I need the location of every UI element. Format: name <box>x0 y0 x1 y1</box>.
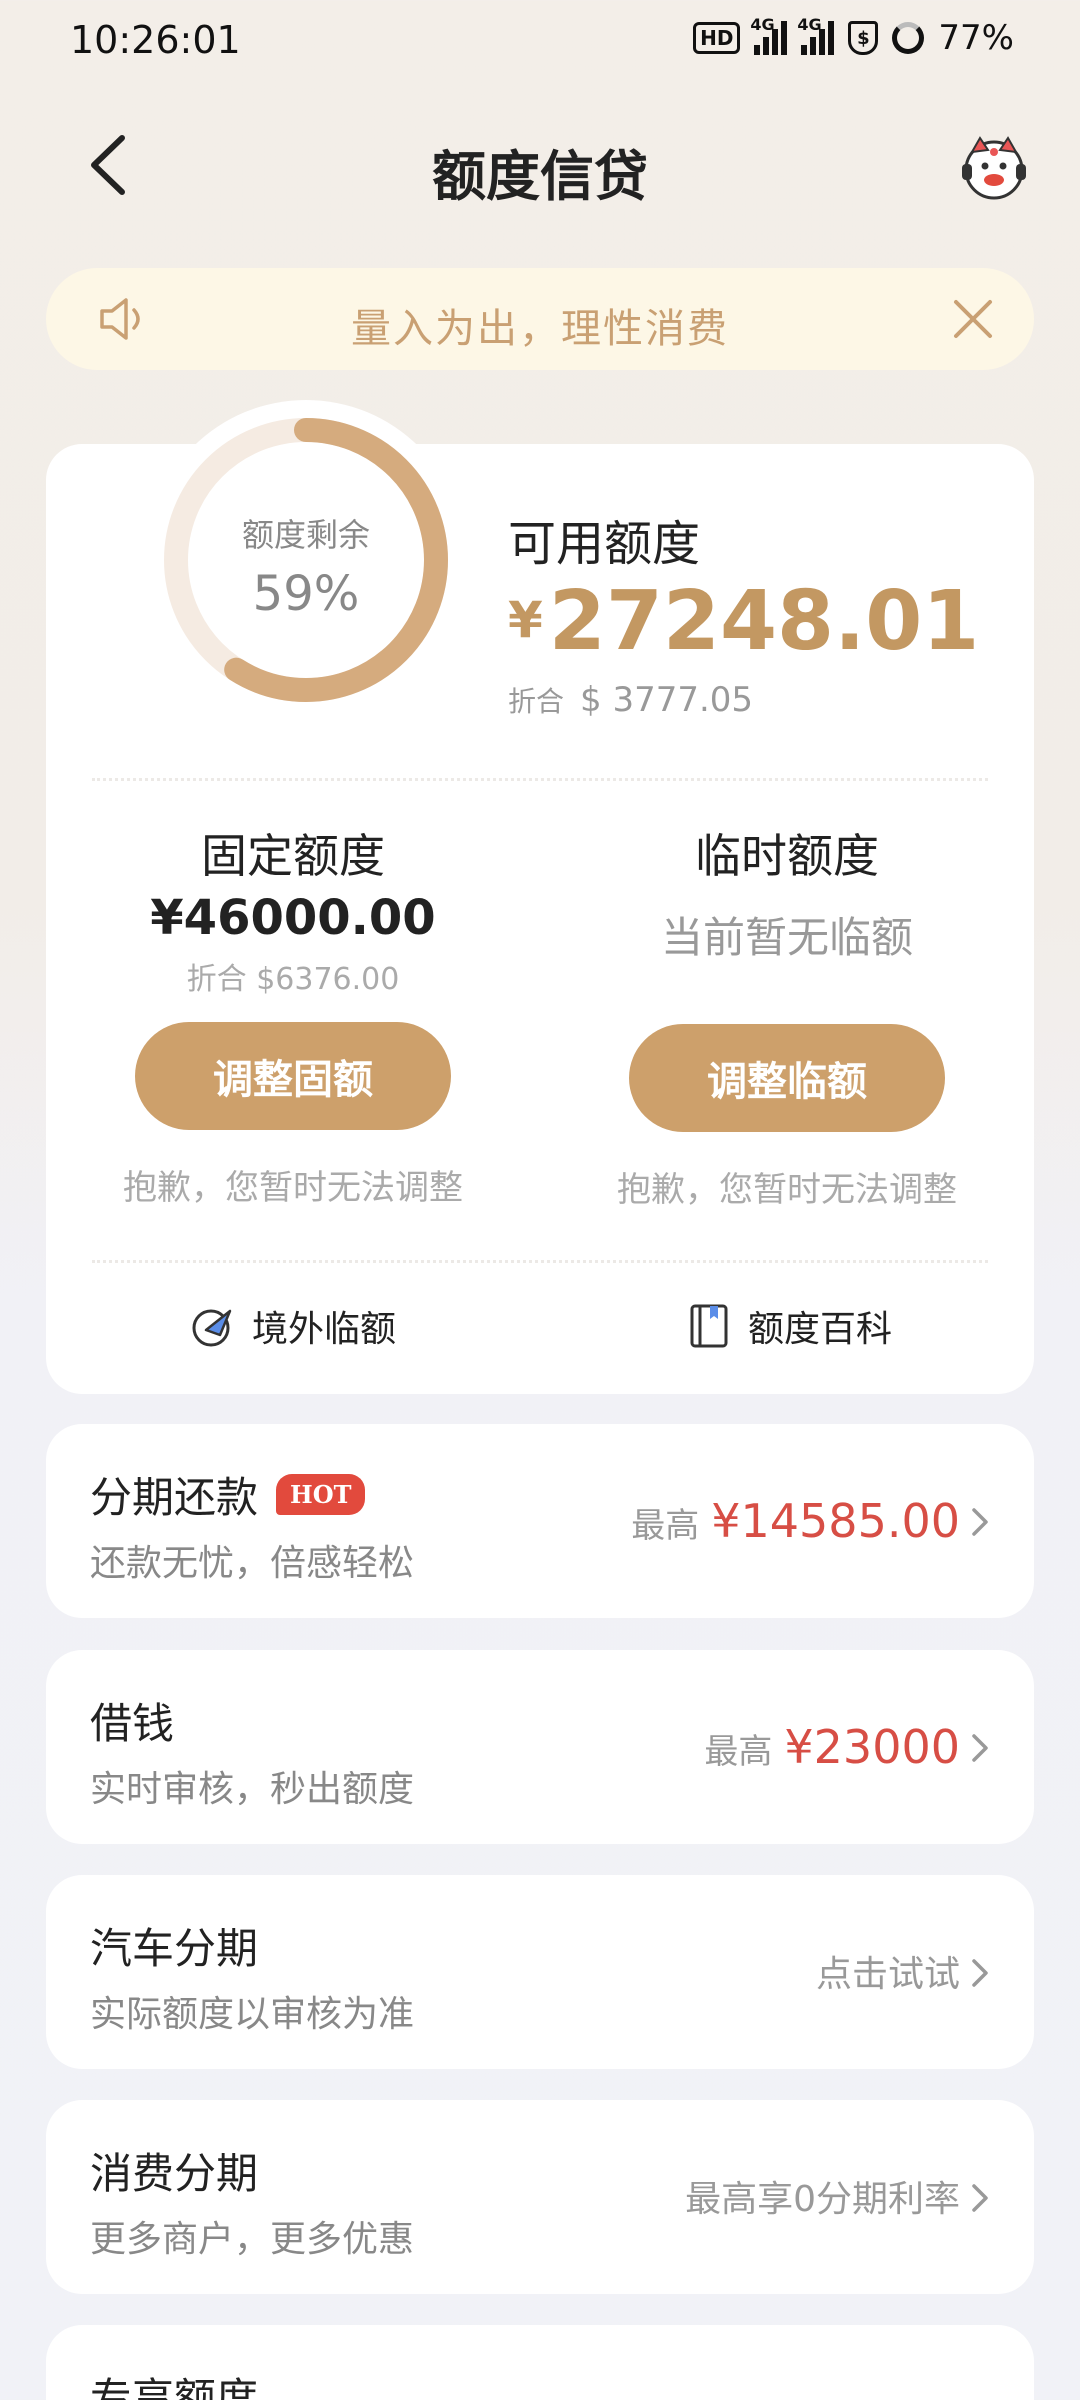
chevron-right-icon <box>972 2184 988 2212</box>
service-amount: ¥23000 <box>784 1720 960 1774</box>
available-amount-value: 27248.01 <box>548 574 980 669</box>
service-title: 汽车分期 <box>90 1915 258 1976</box>
ring-label: 额度剩余 <box>241 516 370 554</box>
temp-quota-none: 当前暂无临额 <box>660 913 913 962</box>
credit-card: 额度剩余 59% 可用额度 ¥27248.01 折合 $ 3777.05 固定额度… <box>46 400 1034 1394</box>
battery-level: 77% <box>938 18 1014 58</box>
service-title-text: 专享额度 <box>90 2374 259 2400</box>
fixed-quota-amount: ¥46000.00 <box>150 890 436 946</box>
service-subtitle: 更多商户，更多优惠 <box>90 2219 415 2260</box>
ring-value: 59% <box>252 566 360 622</box>
service-action: 最高享0分期利率 <box>685 2170 960 2222</box>
book-icon <box>690 1304 728 1348</box>
notice-banner: 量入为出，理性消费 <box>46 268 1034 370</box>
service-title-text: 借钱 <box>90 1699 175 1748</box>
fixed-quota: 固定额度 ¥46000.00 折合 $6376.00 调整固额 抱歉，您暂时无法… <box>46 820 540 1209</box>
page-title: 额度信贷 <box>432 145 648 208</box>
available-amount: ¥27248.01 <box>508 574 979 669</box>
available-converted: 折合 $ 3777.05 <box>508 680 753 720</box>
security-shield-icon: $ <box>848 21 879 55</box>
status-icons: HD 4G 4G $ 77% <box>693 15 1014 58</box>
status-bar: 10:26:01 HD 4G 4G $ 77% <box>0 0 1080 82</box>
temp-quota: 临时额度 当前暂无临额 调整临额 抱歉，您暂时无法调整 <box>540 820 1034 1211</box>
service-title: 借钱 <box>90 1690 174 1751</box>
temp-quota-title: 临时额度 <box>695 829 879 883</box>
header: 额度信贷 <box>0 100 1080 230</box>
globe-plane-icon <box>192 1309 232 1347</box>
fixed-quota-note: 抱歉，您暂时无法调整 <box>123 1168 463 1208</box>
converted-prefix: 折合 <box>508 685 565 718</box>
service-subtitle: 实际额度以审核为准 <box>90 1994 415 2035</box>
service-title: 专享额度 <box>90 2365 258 2400</box>
signal-icon: 4G <box>750 15 788 55</box>
quota-wiki-label: 额度百科 <box>748 1309 893 1350</box>
chevron-right-icon <box>972 1508 988 1536</box>
available-label: 可用额度 <box>508 516 701 572</box>
signal-icon-2: 4G <box>797 15 835 55</box>
service-max-amount: 最高 ¥14585.00 <box>631 1494 960 1548</box>
service-title-text: 消费分期 <box>90 2149 259 2198</box>
mascot-icon[interactable] <box>958 132 1030 204</box>
service-installment-repay[interactable]: 分期还款 HOT 还款无忧，倍感轻松 最高 ¥14585.00 <box>46 1424 1034 1618</box>
service-exclusive-quota[interactable]: 专享额度 <box>46 2325 1034 2400</box>
service-max-prefix: 最高 <box>704 1732 773 1772</box>
notice-text: 量入为出，理性消费 <box>351 306 729 352</box>
service-title: 消费分期 <box>90 2140 258 2201</box>
overseas-quota-link[interactable]: 境外临额 <box>190 1300 396 1352</box>
fixed-quota-title: 固定额度 <box>201 829 385 883</box>
service-car-installment[interactable]: 汽车分期 实际额度以审核为准 点击试试 <box>46 1875 1034 2069</box>
fixed-quota-converted: 折合 $6376.00 <box>186 962 400 997</box>
service-action-text: 点击试试 <box>815 1954 960 1995</box>
service-action-text: 最高享0分期利率 <box>685 2179 960 2220</box>
service-max-amount: 最高 ¥23000 <box>704 1720 960 1774</box>
service-max-prefix: 最高 <box>631 1506 700 1546</box>
chevron-right-icon <box>972 1734 988 1762</box>
close-icon[interactable] <box>948 294 998 344</box>
temp-quota-note: 抱歉，您暂时无法调整 <box>617 1170 957 1210</box>
service-title: 分期还款 HOT <box>90 1464 366 1525</box>
remaining-ring: 额度剩余 59% <box>146 400 466 720</box>
remaining-ring-chart <box>164 418 448 702</box>
service-title-text: 汽车分期 <box>90 1924 259 1973</box>
service-borrow[interactable]: 借钱 实时审核，秒出额度 最高 ¥23000 <box>46 1650 1034 1844</box>
status-time: 10:26:01 <box>70 18 241 62</box>
divider <box>92 1260 988 1263</box>
hot-badge: HOT <box>276 1474 366 1515</box>
service-title-text: 分期还款 <box>90 1473 259 1522</box>
chevron-right-icon <box>972 1959 988 1987</box>
hd-voice-icon: HD <box>693 22 741 54</box>
divider <box>92 778 988 781</box>
adjust-temp-button[interactable]: 调整临额 <box>629 1024 945 1132</box>
battery-icon <box>892 22 925 54</box>
overseas-quota-label: 境外临额 <box>252 1309 397 1350</box>
service-action: 点击试试 <box>816 1945 960 1997</box>
quota-wiki-link[interactable]: 额度百科 <box>686 1300 892 1352</box>
service-consumer-installment[interactable]: 消费分期 更多商户，更多优惠 最高享0分期利率 <box>46 2100 1034 2294</box>
service-amount: ¥14585.00 <box>711 1494 960 1548</box>
converted-value: $ 3777.05 <box>580 680 754 720</box>
adjust-fixed-button[interactable]: 调整固额 <box>135 1022 451 1130</box>
service-subtitle: 实时审核，秒出额度 <box>90 1769 415 1810</box>
currency-symbol: ¥ <box>508 591 543 649</box>
service-subtitle: 还款无忧，倍感轻松 <box>90 1543 415 1584</box>
